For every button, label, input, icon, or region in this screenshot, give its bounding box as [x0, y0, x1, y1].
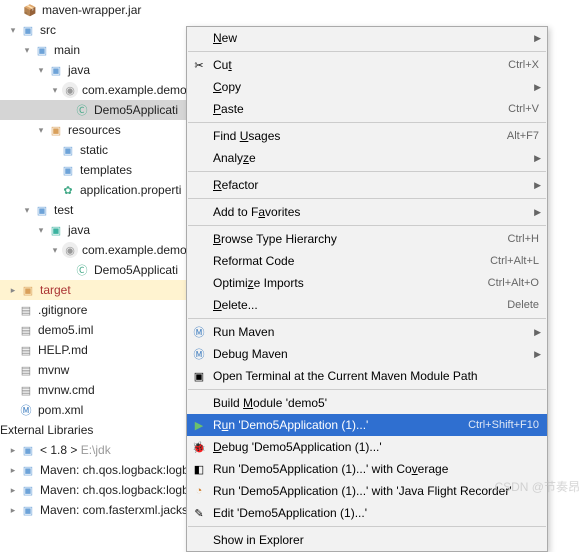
menu-optimize-imports[interactable]: Optimize ImportsCtrl+Alt+O — [187, 272, 547, 294]
maven-icon: Ⓜ — [191, 324, 207, 340]
folder-icon: ▣ — [20, 282, 36, 298]
menu-debug-maven[interactable]: ⓂDebug Maven▶ — [187, 343, 547, 365]
profiler-icon: ◔ — [191, 483, 207, 499]
jar-icon: 📦 — [22, 2, 38, 18]
submenu-arrow-icon: ▶ — [534, 180, 541, 191]
menu-separator — [188, 122, 546, 123]
file-icon: ▤ — [18, 342, 34, 358]
menu-separator — [188, 526, 546, 527]
coverage-icon: ◧ — [191, 461, 207, 477]
leaf-icon: ✿ — [60, 182, 76, 198]
menu-refactor[interactable]: Refactor▶ — [187, 174, 547, 196]
menu-separator — [188, 318, 546, 319]
menu-separator — [188, 171, 546, 172]
maven-icon: Ⓜ — [191, 346, 207, 362]
chevron-down-icon: ▾ — [22, 45, 32, 55]
menu-open-terminal[interactable]: ▣Open Terminal at the Current Maven Modu… — [187, 365, 547, 387]
chevron-right-icon: ▸ — [8, 465, 18, 475]
folder-icon: ▣ — [34, 202, 50, 218]
chevron-right-icon: ▸ — [8, 505, 18, 515]
menu-run-maven[interactable]: ⓂRun Maven▶ — [187, 321, 547, 343]
menu-reformat[interactable]: Reformat CodeCtrl+Alt+L — [187, 250, 547, 272]
terminal-icon: ▣ — [191, 368, 207, 384]
folder-icon: ▣ — [60, 142, 76, 158]
chevron-down-icon: ▾ — [36, 65, 46, 75]
menu-debug-app[interactable]: 🐞Debug 'Demo5Application (1)...' — [187, 436, 547, 458]
folder-icon: ▣ — [60, 162, 76, 178]
menu-copy[interactable]: Copy▶ — [187, 76, 547, 98]
chevron-down-icon: ▾ — [36, 125, 46, 135]
chevron-down-icon: ▾ — [36, 225, 46, 235]
chevron-down-icon: ▾ — [22, 205, 32, 215]
menu-find-usages[interactable]: Find UsagesAlt+F7 — [187, 125, 547, 147]
menu-run-app[interactable]: ▶Run 'Demo5Application (1)...'Ctrl+Shift… — [187, 414, 547, 436]
chevron-down-icon: ▾ — [8, 25, 18, 35]
maven-icon: Ⓜ — [18, 402, 34, 418]
library-icon: ▣ — [20, 502, 36, 518]
menu-delete[interactable]: Delete...Delete — [187, 294, 547, 316]
folder-icon: ▣ — [20, 22, 36, 38]
menu-cut[interactable]: ✂CutCtrl+X — [187, 54, 547, 76]
menu-run-jfr[interactable]: ◔Run 'Demo5Application (1)...' with 'Jav… — [187, 480, 547, 502]
file-icon: ▤ — [18, 302, 34, 318]
package-icon: ◉ — [62, 82, 78, 98]
package-icon: ◉ — [62, 242, 78, 258]
menu-analyze[interactable]: Analyze▶ — [187, 147, 547, 169]
chevron-down-icon: ▾ — [50, 245, 60, 255]
menu-new[interactable]: New▶ — [187, 27, 547, 49]
menu-build-module[interactable]: Build Module 'demo5' — [187, 392, 547, 414]
library-icon: ▣ — [20, 482, 36, 498]
submenu-arrow-icon: ▶ — [534, 33, 541, 44]
cut-icon: ✂ — [191, 57, 207, 73]
chevron-down-icon: ▾ — [50, 85, 60, 95]
folder-icon: ▣ — [34, 42, 50, 58]
watermark: CSDN @节奏昂 — [494, 478, 580, 495]
menu-run-coverage[interactable]: ◧Run 'Demo5Application (1)...' with Cove… — [187, 458, 547, 480]
menu-browse-hierarchy[interactable]: Browse Type HierarchyCtrl+H — [187, 228, 547, 250]
menu-paste[interactable]: PasteCtrl+V — [187, 98, 547, 120]
submenu-arrow-icon: ▶ — [534, 207, 541, 218]
menu-separator — [188, 389, 546, 390]
submenu-arrow-icon: ▶ — [534, 327, 541, 338]
class-icon: Ⓒ — [74, 102, 90, 118]
menu-edit-config[interactable]: ✎Edit 'Demo5Application (1)...' — [187, 502, 547, 524]
menu-separator — [188, 198, 546, 199]
file-icon: ▤ — [18, 362, 34, 378]
menu-add-favorites[interactable]: Add to Favorites▶ — [187, 201, 547, 223]
debug-icon: 🐞 — [191, 439, 207, 455]
class-icon: Ⓒ — [74, 262, 90, 278]
library-icon: ▣ — [20, 442, 36, 458]
menu-separator — [188, 225, 546, 226]
file-icon: ▤ — [18, 322, 34, 338]
context-menu: New▶ ✂CutCtrl+X Copy▶ PasteCtrl+V Find U… — [186, 26, 548, 552]
submenu-arrow-icon: ▶ — [534, 82, 541, 93]
library-icon: ▣ — [20, 462, 36, 478]
edit-icon: ✎ — [191, 505, 207, 521]
folder-icon: ▣ — [48, 122, 64, 138]
submenu-arrow-icon: ▶ — [534, 349, 541, 360]
chevron-right-icon: ▸ — [8, 445, 18, 455]
chevron-right-icon: ▸ — [8, 485, 18, 495]
folder-icon: ▣ — [48, 62, 64, 78]
run-icon: ▶ — [191, 417, 207, 433]
tree-file[interactable]: 📦maven-wrapper.jar — [0, 0, 330, 20]
submenu-arrow-icon: ▶ — [534, 153, 541, 164]
chevron-right-icon: ▸ — [8, 285, 18, 295]
menu-separator — [188, 51, 546, 52]
menu-show-explorer[interactable]: Show in Explorer — [187, 529, 547, 551]
folder-icon: ▣ — [48, 222, 64, 238]
file-icon: ▤ — [18, 382, 34, 398]
